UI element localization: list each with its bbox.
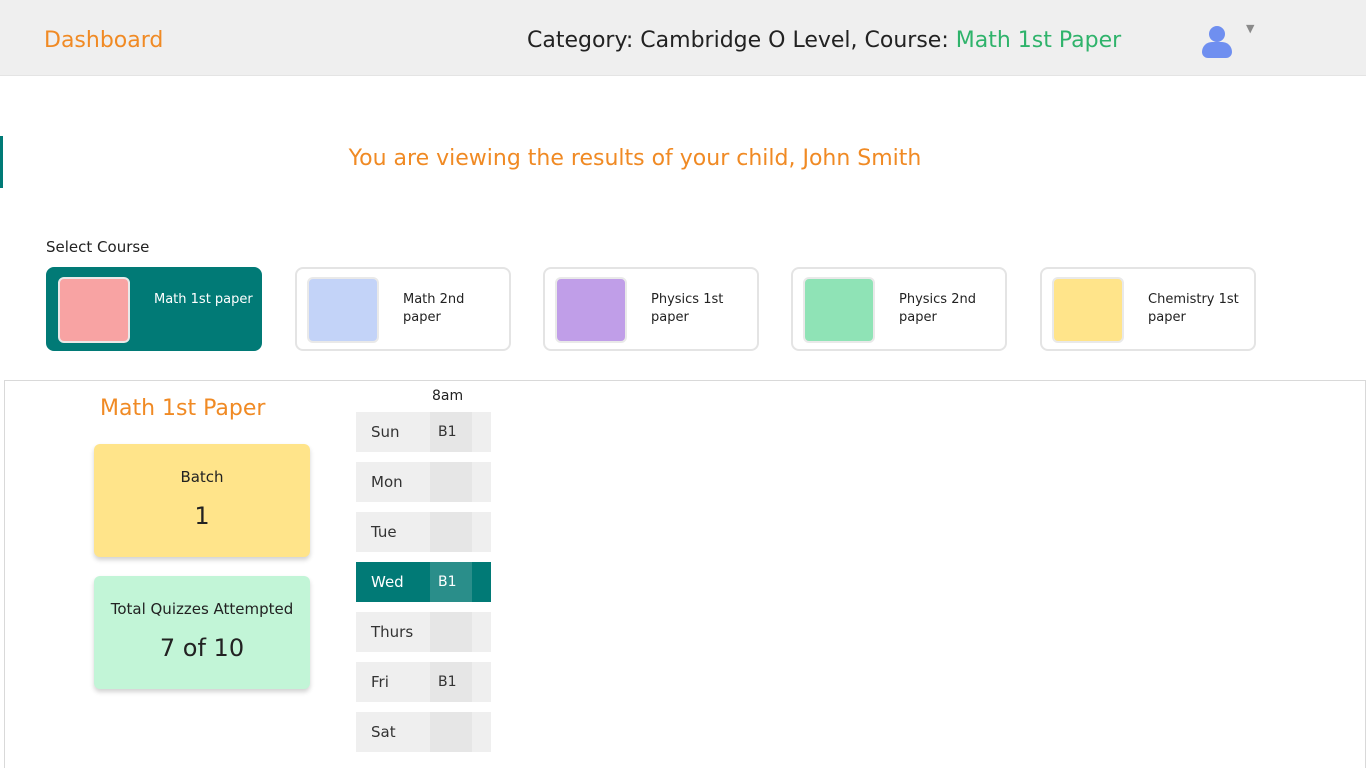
day-label: Mon [371,473,403,491]
schedule-row-tue[interactable]: Tue [356,512,491,552]
caret-down-icon[interactable]: ▼ [1246,22,1254,35]
course-label: Math 1st paper [154,292,253,307]
schedule-slot[interactable] [430,512,472,552]
batch-slot-label: B1 [438,424,457,440]
day-label: Sun [371,423,400,441]
user-icon[interactable] [1200,24,1234,60]
schedule-time-header: 8am [432,388,464,404]
schedule-row-thurs[interactable]: Thurs [356,612,491,652]
course-highlight: Math 1st Paper [955,28,1122,53]
avatar-body [1202,42,1232,58]
course-card-chemistry-1st[interactable]: Chemistry 1st paper [1040,267,1256,351]
results-panel [4,380,1366,768]
course-card-math-1st[interactable]: Math 1st paper [46,267,262,351]
schedule-slot[interactable] [430,712,472,752]
batch-slot-label: B1 [438,574,457,590]
schedule-row-mon[interactable]: Mon [356,462,491,502]
schedule-row-sat[interactable]: Sat [356,712,491,752]
course-title: Math 1st Paper [100,396,266,421]
course-label: Math 2nd paper [403,292,465,325]
top-bar: Dashboard Category: Cambridge O Level, C… [0,0,1366,76]
schedule-slot[interactable]: B1 [430,662,472,702]
course-card-physics-2nd[interactable]: Physics 2nd paper [791,267,1007,351]
course-swatch [803,277,875,343]
select-course-label: Select Course [46,238,150,256]
quizzes-label: Total Quizzes Attempted [110,600,294,618]
day-label: Sat [371,723,396,741]
course-swatch [555,277,627,343]
avatar-head [1209,26,1225,42]
quizzes-card: Total Quizzes Attempted 7 of 10 [94,576,310,689]
course-swatch [307,277,379,343]
course-swatch [1052,277,1124,343]
category-text: Category: Cambridge O Level, Course: [527,28,956,53]
batch-slot-label: B1 [438,674,457,690]
schedule-row-wed[interactable]: Wed B1 [356,562,491,602]
schedule-slot[interactable] [430,462,472,502]
batch-card: Batch 1 [94,444,310,557]
course-label: Physics 1st paper [651,292,724,325]
breadcrumb: Category: Cambridge O Level, Course: Mat… [527,28,1121,53]
quizzes-value: 7 of 10 [159,634,245,662]
day-label: Tue [371,523,397,541]
day-label: Wed [371,573,404,591]
course-card-physics-1st[interactable]: Physics 1st paper [543,267,759,351]
batch-label: Batch [180,468,224,486]
dashboard-link[interactable]: Dashboard [44,28,163,53]
day-label: Fri [371,673,389,691]
schedule-row-sun[interactable]: Sun B1 [356,412,491,452]
schedule-row-fri[interactable]: Fri B1 [356,662,491,702]
child-results-notice: You are viewing the results of your chil… [348,146,922,171]
course-swatch [58,277,130,343]
course-label: Chemistry 1st paper [1148,292,1239,325]
schedule-slot[interactable]: B1 [430,562,472,602]
batch-value: 1 [194,502,210,530]
schedule-slot[interactable]: B1 [430,412,472,452]
course-label: Physics 2nd paper [899,292,976,325]
day-label: Thurs [371,623,414,641]
schedule-slot[interactable] [430,612,472,652]
course-card-math-2nd[interactable]: Math 2nd paper [295,267,511,351]
